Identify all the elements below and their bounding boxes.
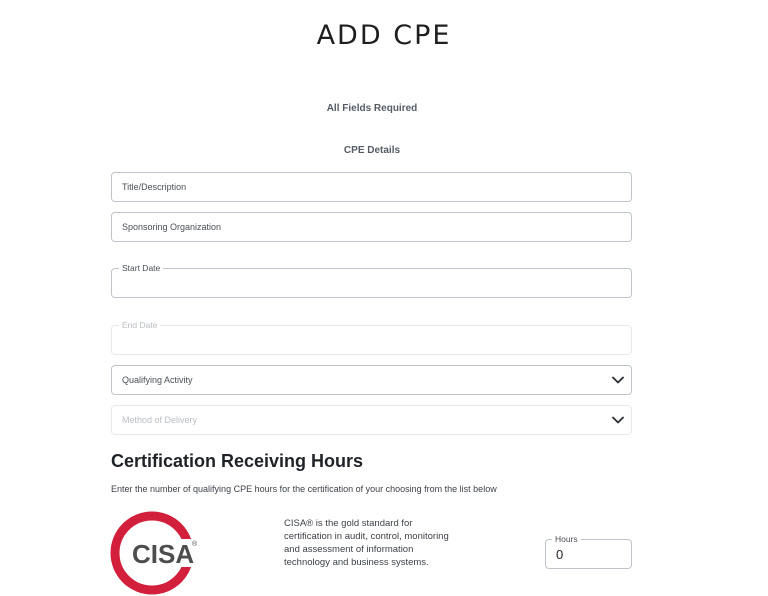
hours-value: 0 xyxy=(556,547,564,562)
start-date-input[interactable]: Start Date xyxy=(111,263,632,298)
cisa-logo-text: CISA xyxy=(132,539,194,569)
start-date-label: Start Date xyxy=(119,263,164,273)
certification-description: Enter the number of qualifying CPE hours… xyxy=(111,484,497,494)
certification-heading: Certification Receiving Hours xyxy=(111,451,364,471)
required-fields-note: All Fields Required xyxy=(326,103,418,114)
qualifying-activity-select[interactable]: Qualifying Activity xyxy=(111,365,632,395)
title-description-input[interactable]: Title/Description xyxy=(111,172,632,202)
chevron-down-icon[interactable] xyxy=(611,373,625,387)
cisa-description: CISA® is the gold standard for certifica… xyxy=(284,518,449,568)
hours-label: Hours xyxy=(552,534,581,544)
page-title: ADD CPE xyxy=(316,20,452,51)
cisa-logo: CISA ® xyxy=(110,511,200,595)
end-date-label: End Date xyxy=(119,320,161,330)
sponsoring-organization-placeholder: Sponsoring Organization xyxy=(122,222,222,232)
cisa-hours-input[interactable]: Hours 0 xyxy=(545,534,632,569)
qualifying-activity-label: Qualifying Activity xyxy=(122,375,193,385)
chevron-down-icon[interactable] xyxy=(611,413,625,427)
section-label-cpe-details: CPE Details xyxy=(343,145,401,156)
title-description-placeholder: Title/Description xyxy=(122,182,187,192)
sponsoring-organization-input[interactable]: Sponsoring Organization xyxy=(111,212,632,242)
delivery-method-label: Method of Delivery xyxy=(122,415,198,425)
delivery-method-select[interactable]: Method of Delivery xyxy=(111,405,632,435)
cisa-logo-mark: ® xyxy=(192,540,198,548)
end-date-input[interactable]: End Date xyxy=(111,320,632,355)
